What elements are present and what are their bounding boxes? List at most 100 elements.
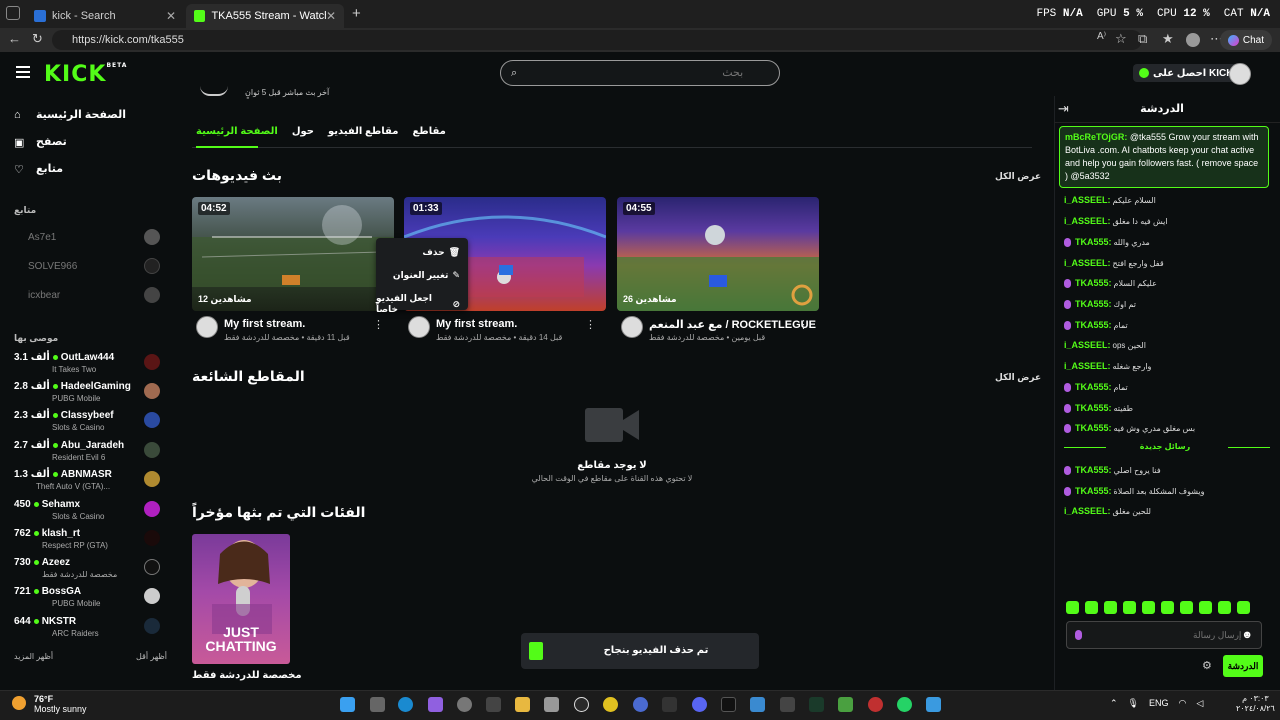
browser-tab-search[interactable]: kick - Search ✕ xyxy=(26,4,184,28)
pinned-user[interactable]: mBcReTOjGR: xyxy=(1065,132,1127,142)
tab-clips[interactable]: مقاطع xyxy=(412,126,445,137)
edge-icon[interactable] xyxy=(398,697,413,712)
more-options-icon[interactable]: ⋮ xyxy=(373,318,384,331)
category-card[interactable]: JUST CHATTING xyxy=(192,534,290,664)
browser-tab-kick[interactable]: TKA555 Stream - Watch Live on Ki... ✕ xyxy=(186,4,344,28)
language-indicator[interactable]: ENG xyxy=(1149,698,1169,709)
browser-menu-icon[interactable] xyxy=(6,6,20,20)
emote-icon[interactable] xyxy=(1199,601,1212,614)
emoji-icon[interactable]: ☻ xyxy=(1241,629,1253,641)
tiktok-icon[interactable] xyxy=(721,697,736,712)
collapse-chat-icon[interactable]: ⇥ xyxy=(1058,101,1069,117)
clock[interactable]: ٠٣:٠٣ م ٢٠٢٤/٠٨/٢٦ xyxy=(1236,694,1275,714)
view-all-broadcasts[interactable]: عرض الكل xyxy=(995,171,1041,182)
tab-videos[interactable]: مقاطع الفيديو xyxy=(328,126,398,137)
app-icon[interactable] xyxy=(486,697,501,712)
menu-icon[interactable] xyxy=(16,66,30,78)
favorites-icon[interactable]: ★ xyxy=(1162,31,1174,47)
minecraft-icon[interactable] xyxy=(838,697,853,712)
emote-icon[interactable] xyxy=(1066,601,1079,614)
emote-icon[interactable] xyxy=(1104,601,1117,614)
app-icon[interactable] xyxy=(868,697,883,712)
nav-following[interactable]: ♡ متابع xyxy=(14,162,63,176)
chat-input-box[interactable]: ☻ xyxy=(1066,621,1262,649)
xbox-icon[interactable] xyxy=(574,697,589,712)
emote-icon[interactable] xyxy=(1142,601,1155,614)
video-thumbnail[interactable]: 04:52 12 مشاهدين xyxy=(192,197,394,311)
show-less-link[interactable]: أظهر أقل xyxy=(136,652,167,661)
followed-channel[interactable]: icxbear xyxy=(28,290,60,301)
video-title[interactable]: My first stream. xyxy=(436,318,517,330)
address-bar[interactable]: https://kick.com/tka555 xyxy=(52,30,1142,50)
more-options-icon[interactable]: ⋮ xyxy=(585,318,596,331)
file-explorer-icon[interactable] xyxy=(515,697,530,712)
chat-message-input[interactable] xyxy=(1101,630,1242,640)
chevron-up-icon[interactable]: ⌃ xyxy=(1110,698,1118,709)
kick-logo[interactable]: KICKBETA xyxy=(44,62,127,87)
recommended-channel[interactable]: 730 Azeez مخصصة للدردشة فقط xyxy=(14,557,164,583)
recommended-channel[interactable]: 644 NKSTR ARC Raiders xyxy=(14,616,164,642)
nav-home[interactable]: ⌂ الصفحة الرئيسية xyxy=(14,108,126,122)
search-bar[interactable]: ⌕ xyxy=(500,60,780,86)
search-input[interactable] xyxy=(523,67,744,79)
channel-avatar[interactable] xyxy=(621,316,643,338)
video-title[interactable]: مع عبد المنعم / ROCKETLEGUE xyxy=(649,318,816,331)
back-icon[interactable]: ← xyxy=(8,31,21,46)
close-tab-icon[interactable]: ✕ xyxy=(166,9,176,23)
emote-icon[interactable] xyxy=(1161,601,1174,614)
microphone-icon[interactable]: 🎙 xyxy=(1128,698,1139,709)
close-tab-icon[interactable]: ✕ xyxy=(326,9,336,23)
recommended-channel[interactable]: 2.3 ألف Classybeef Slots & Casino xyxy=(14,410,164,436)
make-private-menu-item[interactable]: اجعل الفيديو خاصاً ⊘ xyxy=(376,293,460,315)
emote-icon[interactable] xyxy=(1123,601,1136,614)
recommended-channel[interactable]: 762 klash_rt Respect RP (GTA) xyxy=(14,528,164,554)
recommended-channel[interactable]: 450 Sehamx Slots & Casino xyxy=(14,499,164,525)
emote-icon[interactable] xyxy=(1218,601,1231,614)
task-view-icon[interactable] xyxy=(370,697,385,712)
followed-channel[interactable]: As7e1 xyxy=(28,232,56,243)
recommended-channel[interactable]: 1.3 ألف ABNMASR Theft Auto V (GTA)... xyxy=(14,469,164,495)
app-icon[interactable] xyxy=(603,697,618,712)
delete-menu-item[interactable]: حذف 🗑 xyxy=(422,247,460,258)
app-icon[interactable] xyxy=(809,697,824,712)
extensions-icon[interactable]: ⧉ xyxy=(1138,31,1147,47)
wifi-icon[interactable]: ◠ xyxy=(1179,698,1187,709)
video-thumbnail[interactable]: 04:55 26 مشاهدين xyxy=(617,197,819,311)
category-label[interactable]: مخصصة للدردشة فقط xyxy=(192,670,302,681)
new-tab-button[interactable]: + xyxy=(352,5,361,22)
discord-icon[interactable] xyxy=(692,697,707,712)
rename-menu-item[interactable]: تغيير العنوان ✎ xyxy=(393,270,460,281)
user-avatar[interactable] xyxy=(1229,63,1251,85)
app-icon[interactable] xyxy=(926,697,941,712)
favorite-star-icon[interactable]: ☆ xyxy=(1115,31,1127,47)
channel-avatar[interactable] xyxy=(196,316,218,338)
channel-avatar[interactable] xyxy=(408,316,430,338)
read-aloud-icon[interactable]: A⁾ xyxy=(1097,31,1106,42)
video-title[interactable]: My first stream. xyxy=(224,318,305,330)
app-icon[interactable] xyxy=(662,697,677,712)
volume-icon[interactable]: ◁ xyxy=(1196,698,1203,709)
recommended-channel[interactable]: 2.7 ألف Abu_Jaradeh Resident Evil 6 xyxy=(14,440,164,466)
view-all-clips[interactable]: عرض الكل xyxy=(995,372,1041,383)
emote-icon[interactable] xyxy=(1237,601,1250,614)
settings-icon[interactable] xyxy=(457,697,472,712)
copilot-icon[interactable] xyxy=(428,697,443,712)
app-icon[interactable] xyxy=(633,697,648,712)
refresh-icon[interactable]: ↻ xyxy=(32,31,43,47)
copilot-chat-button[interactable]: Chat xyxy=(1219,30,1272,50)
tab-about[interactable]: حول xyxy=(292,126,314,137)
chat-send-button[interactable]: الدردشة xyxy=(1223,655,1263,677)
recommended-channel[interactable]: 3.1 ألف OutLaw444 It Takes Two xyxy=(14,352,164,378)
emote-icon[interactable] xyxy=(1180,601,1193,614)
followed-channel[interactable]: SOLVE966 xyxy=(28,261,77,272)
more-options-icon[interactable]: ⋮ xyxy=(798,318,809,331)
start-icon[interactable] xyxy=(340,697,355,712)
store-icon[interactable] xyxy=(544,697,559,712)
recommended-channel[interactable]: 2.8 ألف HadeelGaming PUBG Mobile xyxy=(14,381,164,407)
chat-settings-icon[interactable]: ⚙ xyxy=(1202,659,1212,672)
tab-home[interactable]: الصفحة الرئيسية xyxy=(196,126,278,137)
show-more-link[interactable]: أظهر المزيد xyxy=(14,652,53,661)
profile-icon[interactable] xyxy=(1186,33,1200,47)
recommended-channel[interactable]: 721 BossGA PUBG Mobile xyxy=(14,586,164,612)
valorant-icon[interactable] xyxy=(750,697,765,712)
